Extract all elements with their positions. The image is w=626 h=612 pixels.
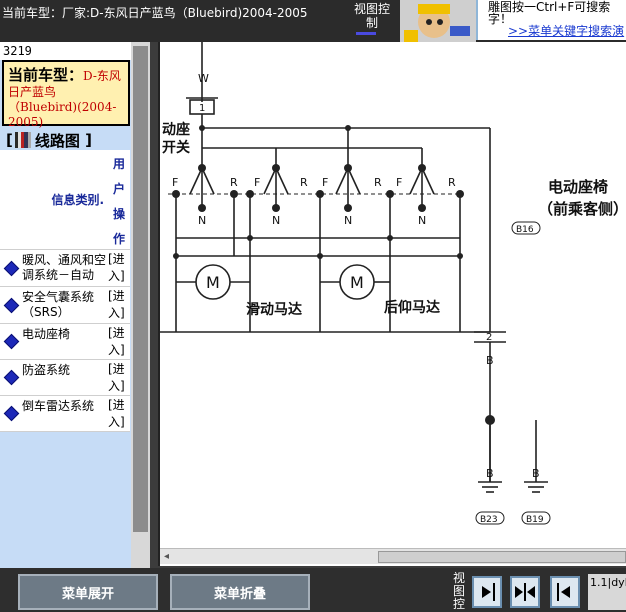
wire-color-b: B <box>486 354 494 367</box>
wiring-book-icon <box>14 132 31 148</box>
expand-menu-button[interactable]: 菜单展开 <box>18 574 158 610</box>
wiring-diagram-viewer[interactable]: W 1 F N R F N R F N R F N R 2 B B B 动座 开… <box>158 42 626 566</box>
switch-r-label: R <box>300 176 308 189</box>
wire-color-b: B <box>532 467 540 480</box>
connector-1-label: 1 <box>199 103 205 114</box>
switch-n-label: N <box>344 214 352 227</box>
diagram-horizontal-scrollbar[interactable]: ◂ <box>160 548 626 564</box>
switch-f-label: F <box>254 176 260 189</box>
enter-link[interactable]: [进入] <box>108 250 130 286</box>
menu-search-demo-link[interactable]: >>菜单关键字搜索演 <box>508 22 624 39</box>
item-label: 暖风、通风和空调系统－自动 <box>22 253 107 282</box>
column-category: 信息类别. <box>51 193 104 207</box>
list-item[interactable]: 防盗系统 [进入] <box>0 360 130 396</box>
diamond-bullet-icon <box>0 250 22 286</box>
record-id: 3219 <box>0 42 150 60</box>
current-model-label: 当前车型： <box>8 66 84 84</box>
diamond-bullet-icon <box>0 396 22 431</box>
list-item[interactable]: 安全气囊系统（SRS） [进入] <box>0 287 130 324</box>
arrow-left-bar-icon <box>557 583 570 601</box>
switch-r-label: R <box>448 176 456 189</box>
horizontal-scroll-thumb[interactable] <box>378 551 626 563</box>
section-title: 线路图 <box>34 131 80 150</box>
view-control-toggle[interactable]: 视图控制 <box>352 2 392 35</box>
view-control-label: 视图控 <box>452 571 465 611</box>
scroll-left-arrow-icon[interactable]: ◂ <box>164 551 169 562</box>
diamond-bullet-icon <box>0 360 22 395</box>
status-text: 1.1|dyb <box>588 574 626 610</box>
list-header: 信息类别. 用户操作 <box>0 150 130 250</box>
view-control-label: 视图控制 <box>353 2 390 30</box>
switch-f-label: F <box>396 176 402 189</box>
show-diagram-only-button[interactable] <box>472 576 502 608</box>
arrow-right-bar-icon <box>482 583 495 601</box>
item-label: 防盗系统 <box>22 363 71 377</box>
collapse-menu-button[interactable]: 菜单折叠 <box>170 574 310 610</box>
show-menu-only-button[interactable] <box>550 576 580 608</box>
ground-b19-label: B19 <box>526 515 544 525</box>
enter-link[interactable]: [进入] <box>108 324 130 359</box>
item-label: 安全气囊系统（SRS） <box>22 290 95 319</box>
item-label: 倒车雷达系统 <box>22 399 95 413</box>
diamond-bullet-icon <box>0 324 22 359</box>
column-action: 用户操作 <box>112 157 125 246</box>
diagram-title-line2: （前乘客侧） <box>538 200 626 218</box>
list-item[interactable]: 电动座椅 [进入] <box>0 324 130 360</box>
section-header: [ 线路图 ] <box>6 131 92 150</box>
motor-symbol: M <box>350 273 364 292</box>
switch-f-label: F <box>172 176 178 189</box>
item-label: 电动座椅 <box>22 327 71 341</box>
title-bar: 当前车型：厂家:D-东风日产蓝鸟（Bluebird)2004-2005 视图控制… <box>0 0 626 42</box>
list-item[interactable]: 倒车雷达系统 [进入] <box>0 396 130 432</box>
enter-link[interactable]: [进入] <box>108 360 130 395</box>
connector-2-label: 2 <box>486 332 492 343</box>
diamond-bullet-icon <box>0 287 22 323</box>
recline-motor-label: 后仰马达 <box>384 299 440 316</box>
diagram-title-line1: 电动座椅 <box>548 178 608 196</box>
mascot-image <box>400 0 476 42</box>
wire-color-b: B <box>486 467 494 480</box>
wire-color-w: W <box>198 72 209 85</box>
mascot-icon <box>400 0 476 42</box>
window-title: 当前车型：厂家:D-东风日产蓝鸟（Bluebird)2004-2005 <box>2 6 308 20</box>
motor-symbol: M <box>206 273 220 292</box>
split-arrows-icon <box>515 583 535 601</box>
wiring-diagram: W 1 F N R F N R F N R F N R 2 B B B 动座 开… <box>160 42 626 525</box>
split-view-button[interactable] <box>510 576 540 608</box>
switch-n-label: N <box>418 214 426 227</box>
switch-n-label: N <box>198 214 206 227</box>
switch-title-line2: 开关 <box>162 139 190 156</box>
current-model-box: 当前车型：D-东风日产蓝鸟（Bluebird)(2004-2005) <box>2 60 130 129</box>
switch-r-label: R <box>230 176 238 189</box>
view-control-indicator <box>356 32 376 35</box>
bottom-toolbar: 菜单展开 菜单折叠 视图控 1.1|dyb <box>0 568 626 612</box>
sidebar: 3219 当前车型：D-东风日产蓝鸟（Bluebird)(2004-2005) … <box>0 42 150 568</box>
switch-title-line1: 动座 <box>162 121 190 138</box>
sidebar-scroll-thumb[interactable] <box>133 46 148 532</box>
switch-f-label: F <box>322 176 328 189</box>
list-item[interactable]: 暖风、通风和空调系统－自动 [进入] <box>0 250 130 287</box>
category-list: 信息类别. 用户操作 暖风、通风和空调系统－自动 [进入] 安全气囊系统（SRS… <box>0 150 130 432</box>
connector-b16-label: B16 <box>516 225 534 235</box>
switch-n-label: N <box>272 214 280 227</box>
switch-r-label: R <box>374 176 382 189</box>
slide-motor-label: 滑动马达 <box>246 301 302 318</box>
enter-link[interactable]: [进入] <box>108 287 130 323</box>
search-tip-banner: 雕图按一Ctrl+F可搜索 字！ >>菜单关键字搜索演 <box>476 0 626 40</box>
enter-link[interactable]: [进入] <box>108 396 130 431</box>
ground-b23-label: B23 <box>480 515 498 525</box>
